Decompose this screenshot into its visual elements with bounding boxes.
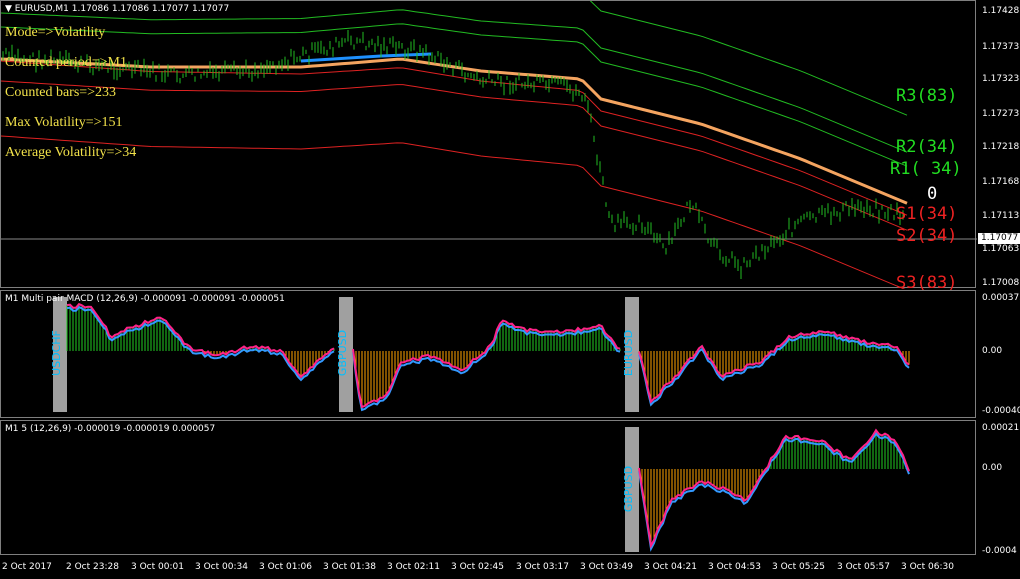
time-tick: 3 Oct 01:06	[259, 562, 312, 572]
macd-pane[interactable]: USDCHF GBPUSD EURUSD M1 Multi pair MACD (1…	[0, 290, 976, 418]
level-r1: R1( 34)	[890, 159, 962, 179]
price-tick: 1.17373	[982, 42, 1020, 52]
price-tick: 1.17428	[982, 6, 1020, 16]
m5-axis-tick: 0.000211	[982, 423, 1020, 433]
pair-label: EURUSD	[622, 330, 635, 376]
level-pivot: 0	[927, 184, 938, 204]
level-s2: S2(34)	[896, 226, 958, 246]
time-tick: 3 Oct 05:57	[837, 562, 890, 572]
pivot-line	[1, 57, 908, 205]
band-r3	[589, 1, 908, 116]
m5-axis-tick: -0.0004	[982, 546, 1017, 556]
price-tick: 1.17008	[982, 278, 1020, 288]
macd-axis-tick: 0.00	[982, 346, 1003, 356]
time-tick: 3 Oct 04:53	[708, 562, 761, 572]
collapse-triangle-icon[interactable]: ▼	[5, 4, 15, 14]
macd-line	[66, 302, 335, 379]
info-counted-period: Counted period=>M1	[5, 55, 127, 70]
chart-symbol-label: EURUSD,M1 1.17086 1.17086 1.17077 1.1707…	[14, 4, 230, 14]
band-r1	[1, 23, 908, 167]
signal-line	[638, 431, 910, 552]
macd-canvas: USDCHF GBPUSD EURUSD	[50, 297, 910, 412]
macd-line	[638, 330, 910, 404]
time-tick: 3 Oct 05:25	[772, 562, 825, 572]
time-tick: 3 Oct 02:11	[387, 562, 440, 572]
pair-label: GBPUSD	[622, 466, 635, 512]
time-tick: 3 Oct 03:17	[516, 562, 569, 572]
time-tick: 3 Oct 00:01	[131, 562, 184, 572]
time-tick: 3 Oct 06:30	[901, 562, 954, 572]
m5-axis-tick: 0.00	[982, 463, 1003, 473]
info-counted-bars: Counted bars=>233	[5, 85, 117, 100]
time-tick: 3 Oct 03:49	[580, 562, 633, 572]
price-tick: 1.17113	[982, 211, 1020, 221]
price-tick: 1.17273	[982, 109, 1020, 119]
signal-line	[638, 333, 910, 407]
time-tick: 2 Oct 2017	[2, 562, 52, 572]
price-tick: 1.17168	[982, 177, 1020, 187]
time-tick: 2 Oct 23:28	[66, 562, 119, 572]
level-r2: R2(34)	[896, 137, 958, 157]
time-tick: 3 Oct 01:38	[323, 562, 376, 572]
current-price-tag: 1.17077	[978, 233, 1020, 244]
macd-axis-tick: -0.000407	[982, 406, 1020, 416]
macd-line	[638, 428, 910, 549]
price-chart-canvas	[1, 1, 977, 289]
info-average-volatility: Average Volatility=>34	[5, 145, 137, 160]
price-chart-pane[interactable]: ▼ EURUSD,M1 1.17086 1.17086 1.17077 1.17…	[0, 0, 977, 293]
pair-label: GBPUSD	[336, 330, 349, 376]
macd-axis-tick: 0.000373	[982, 293, 1020, 303]
chart-title: ▼ EURUSD,M1 1.17086 1.17086 1.17077 1.17…	[5, 4, 229, 14]
level-s1: S1(34)	[896, 204, 958, 224]
macd-title: M1 Multi pair MACD (12,26,9) -0.000091 -…	[5, 294, 285, 304]
info-mode: Mode=>Volatility	[5, 25, 106, 40]
time-tick: 3 Oct 00:34	[195, 562, 248, 572]
m5-macd-canvas: GBPUSD	[622, 427, 910, 552]
price-tick: 1.17323	[982, 74, 1020, 84]
price-tick: 1.17063	[982, 244, 1020, 254]
time-tick: 3 Oct 02:45	[451, 562, 504, 572]
m5-macd-pane[interactable]: GBPUSD M1 5 (12,26,9) -0.000019 -0.00001…	[0, 420, 976, 555]
m5-title: M1 5 (12,26,9) -0.000019 -0.000019 0.000…	[5, 424, 216, 434]
time-tick: 3 Oct 04:21	[644, 562, 697, 572]
band-s3	[1, 135, 906, 289]
signal-line	[352, 322, 621, 412]
price-tick: 1.17218	[982, 142, 1020, 152]
pair-label: USDCHF	[50, 330, 63, 376]
info-max-volatility: Max Volatility=>151	[5, 115, 123, 130]
band-s1	[1, 60, 908, 216]
band-s2	[1, 80, 908, 231]
level-r3: R3(83)	[896, 86, 958, 106]
